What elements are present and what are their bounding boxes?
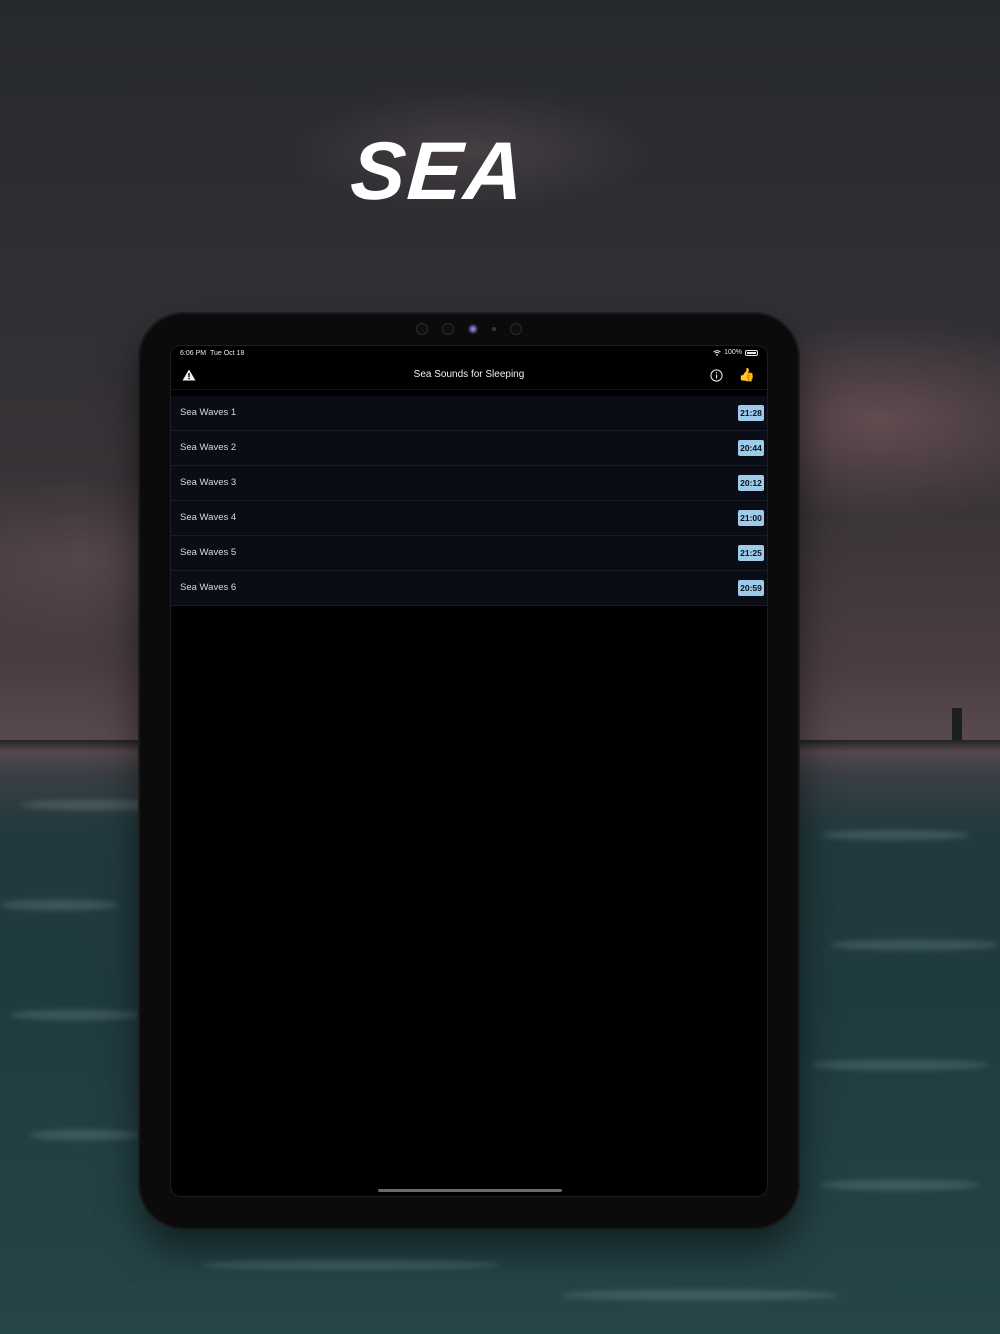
- wave-highlight: [0, 900, 120, 910]
- thumbs-up-icon[interactable]: 👍: [738, 366, 756, 384]
- list-item[interactable]: Sea Waves 5 21:25: [171, 536, 767, 571]
- list-item[interactable]: Sea Waves 2 20:44: [171, 431, 767, 466]
- wave-highlight: [810, 1060, 990, 1070]
- logo-text: SEA: [347, 126, 529, 217]
- wave-highlight: [820, 1180, 980, 1190]
- camera-lens-icon: [468, 324, 478, 334]
- duration-badge: 20:12: [738, 475, 764, 491]
- tablet-device-frame: 6:06 PM Tue Oct 18 100% Sea Sounds for S…: [138, 312, 800, 1230]
- duration-badge: 21:00: [738, 510, 764, 526]
- status-clock: 6:06 PM: [180, 350, 207, 357]
- list-item[interactable]: Sea Waves 4 21:00: [171, 501, 767, 536]
- status-date: Tue Oct 18: [209, 350, 245, 357]
- app-screen: 6:06 PM Tue Oct 18 100% Sea Sounds for S…: [171, 346, 767, 1196]
- track-label: Sea Waves 3: [180, 477, 237, 488]
- list-item[interactable]: Sea Waves 6 20:59: [171, 571, 767, 606]
- track-label: Sea Waves 6: [180, 582, 237, 593]
- wifi-icon: [713, 349, 721, 356]
- wave-highlight: [10, 1010, 140, 1020]
- wave-highlight: [200, 1260, 500, 1270]
- status-indicators: 100%: [713, 349, 758, 356]
- sensor-dot-icon: [492, 327, 496, 331]
- wave-highlight: [820, 830, 970, 840]
- list-item[interactable]: Sea Waves 3 20:12: [171, 466, 767, 501]
- battery-percent: 100%: [724, 349, 742, 356]
- track-label: Sea Waves 4: [180, 512, 237, 523]
- app-logo: SEA: [343, 126, 533, 217]
- track-list: Sea Waves 1 21:28 Sea Waves 2 20:44 Sea …: [171, 396, 767, 606]
- wave-highlight: [30, 1130, 140, 1140]
- home-indicator[interactable]: [378, 1189, 562, 1192]
- status-bar: 6:06 PM Tue Oct 18 100%: [171, 346, 767, 360]
- track-label: Sea Waves 5: [180, 547, 237, 558]
- camera-array: [138, 322, 800, 336]
- sensor-icon: [510, 323, 522, 335]
- wave-highlight: [560, 1290, 840, 1300]
- duration-badge: 20:59: [738, 580, 764, 596]
- track-label: Sea Waves 2: [180, 442, 237, 453]
- info-icon[interactable]: [707, 366, 725, 384]
- duration-badge: 20:44: [738, 440, 764, 456]
- sensor-icon: [416, 323, 428, 335]
- battery-icon: [745, 349, 758, 356]
- distant-tower: [952, 708, 962, 740]
- wave-highlight: [830, 940, 1000, 950]
- page-title: Sea Sounds for Sleeping: [413, 369, 525, 380]
- sensor-icon: [442, 323, 454, 335]
- duration-badge: 21:25: [738, 545, 764, 561]
- navigation-bar: Sea Sounds for Sleeping 👍: [171, 361, 767, 390]
- track-label: Sea Waves 1: [180, 407, 237, 418]
- status-time: 6:06 PM Tue Oct 18: [180, 350, 244, 357]
- list-item[interactable]: Sea Waves 1 21:28: [171, 396, 767, 431]
- duration-badge: 21:28: [738, 405, 764, 421]
